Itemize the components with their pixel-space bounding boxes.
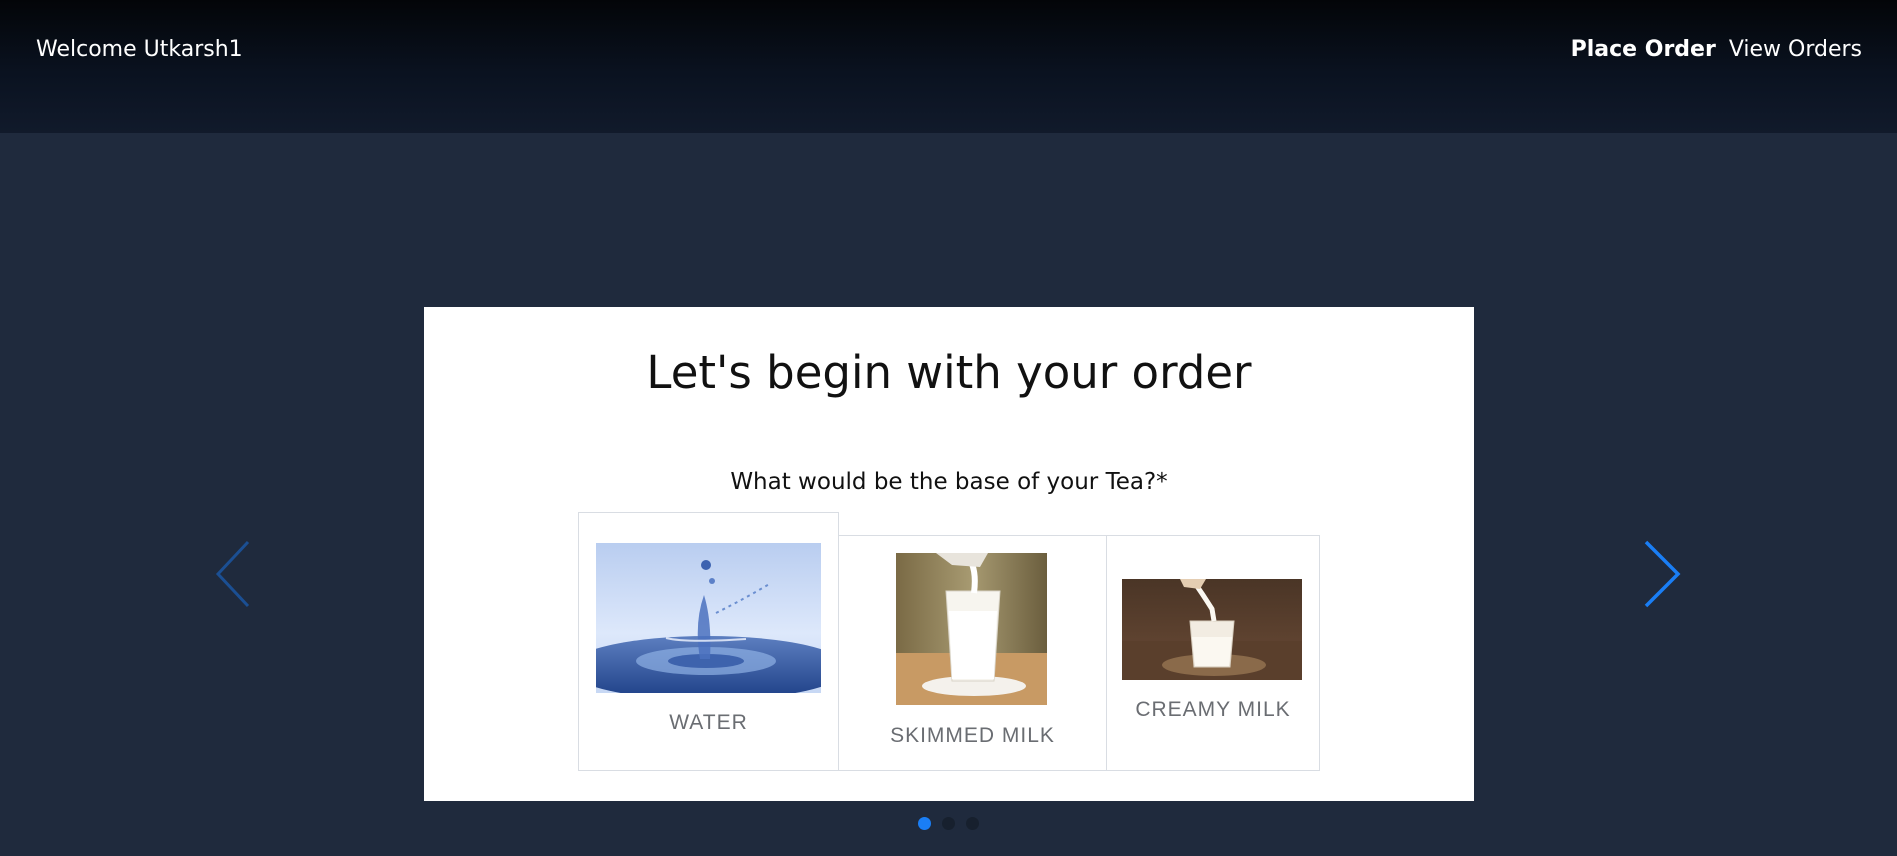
- chevron-left-icon: [215, 540, 250, 608]
- water-splash-image: [596, 543, 821, 693]
- creamy-milk-glass-image: [1122, 579, 1302, 680]
- top-navbar: Welcome Utkarsh1 Place Order View Orders: [0, 0, 1897, 133]
- nav-place-order-link[interactable]: Place Order: [1571, 36, 1716, 64]
- carousel-prev-button[interactable]: [213, 538, 255, 610]
- chevron-right-icon: [1644, 540, 1681, 608]
- card-title: Let's begin with your order: [646, 346, 1252, 399]
- nav-links: Place Order View Orders: [1571, 36, 1862, 64]
- option-water-label: WATER: [669, 711, 748, 734]
- order-card: Let's begin with your order What would b…: [424, 307, 1474, 801]
- carousel-indicator-2[interactable]: [942, 817, 955, 830]
- option-water[interactable]: WATER: [578, 512, 839, 771]
- carousel-next-button[interactable]: [1641, 538, 1683, 610]
- base-question: What would be the base of your Tea?*: [730, 469, 1168, 495]
- option-creamy-milk-label: CREAMY MILK: [1135, 698, 1291, 721]
- carousel-indicators: [918, 817, 979, 830]
- option-creamy-milk[interactable]: CREAMY MILK: [1106, 535, 1320, 771]
- welcome-message: Welcome Utkarsh1: [36, 37, 243, 62]
- milk-pour-glass-image: [896, 553, 1047, 705]
- carousel-indicator-1[interactable]: [918, 817, 931, 830]
- carousel-indicator-3[interactable]: [966, 817, 979, 830]
- nav-view-orders-link[interactable]: View Orders: [1729, 36, 1862, 64]
- option-skimmed-milk[interactable]: SKIMMED MILK: [838, 535, 1107, 771]
- option-skimmed-milk-label: SKIMMED MILK: [890, 724, 1055, 747]
